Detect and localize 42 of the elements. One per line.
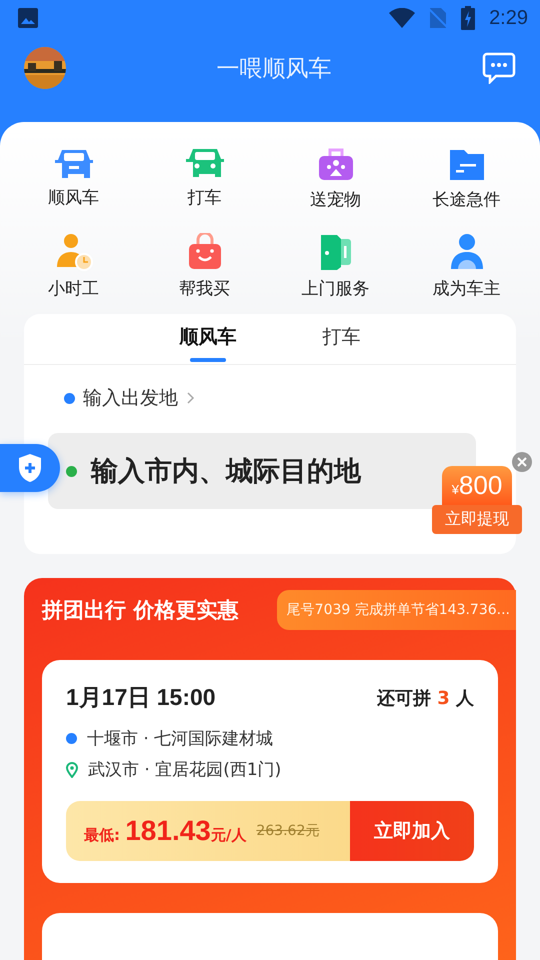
price-text: 最低: 181.43元/人	[84, 815, 246, 847]
destination-text: 武汉市 · 宜居花园(西1门)	[88, 759, 282, 781]
status-time: 2:29	[489, 6, 528, 30]
service-label[interactable]: 上门服务	[302, 277, 370, 300]
promo-amount: ¥800	[442, 466, 512, 505]
close-icon	[517, 457, 527, 467]
person-clock-icon	[54, 233, 92, 271]
service-label[interactable]: 打车	[188, 186, 222, 209]
origin-text: 十堰市 · 七河国际建材城	[87, 728, 274, 750]
image-icon	[18, 8, 38, 28]
shield-plus-icon	[17, 453, 43, 483]
location-pin-icon	[66, 762, 78, 778]
avatar[interactable]	[24, 47, 66, 89]
origin-dot-icon	[66, 733, 77, 744]
no-sim-icon	[429, 7, 448, 29]
join-button[interactable]: 立即加入	[350, 801, 474, 861]
close-button[interactable]	[512, 452, 532, 472]
shield-button[interactable]	[0, 444, 60, 492]
wifi-icon	[389, 8, 416, 28]
trip-card[interactable]: 1月17日 15:00 还可拼 3 人 十堰市 · 七河国际建材城 武汉市 · 宜居花园(西1门) 最低: 181.43元/人 263.62元 立即加入	[42, 660, 498, 883]
service-label[interactable]: 帮我买	[179, 277, 230, 300]
service-label[interactable]: 小时工	[48, 277, 99, 300]
tab[interactable]: 顺风车	[172, 314, 244, 364]
battery-icon	[461, 6, 476, 30]
service-label[interactable]: 长途急件	[432, 188, 500, 211]
car-icon	[184, 146, 224, 180]
tab[interactable]: 打车	[314, 314, 368, 364]
chat-icon[interactable]	[482, 52, 516, 84]
seats-text: 还可拼 3 人	[376, 686, 474, 710]
service-label[interactable]: 顺风车	[48, 186, 99, 209]
destination-dot-icon	[66, 466, 77, 476]
pet-carrier-icon	[316, 146, 354, 182]
service-label[interactable]: 送宠物	[310, 188, 361, 211]
app-title: 一喂顺风车	[216, 54, 332, 84]
origin-dot-icon	[64, 392, 75, 404]
panel-title: 拼团出行 价格更实惠	[42, 597, 238, 624]
chevron-right-icon	[186, 391, 196, 405]
origin-field[interactable]: 输入出发地	[64, 385, 516, 411]
service-label[interactable]: 成为车主	[432, 277, 500, 300]
trip-time: 1月17日 15:00	[66, 683, 216, 712]
ticker-text: 尾号7039 完成拼单节省143.736...	[276, 590, 516, 630]
original-price: 263.62元	[256, 822, 320, 840]
